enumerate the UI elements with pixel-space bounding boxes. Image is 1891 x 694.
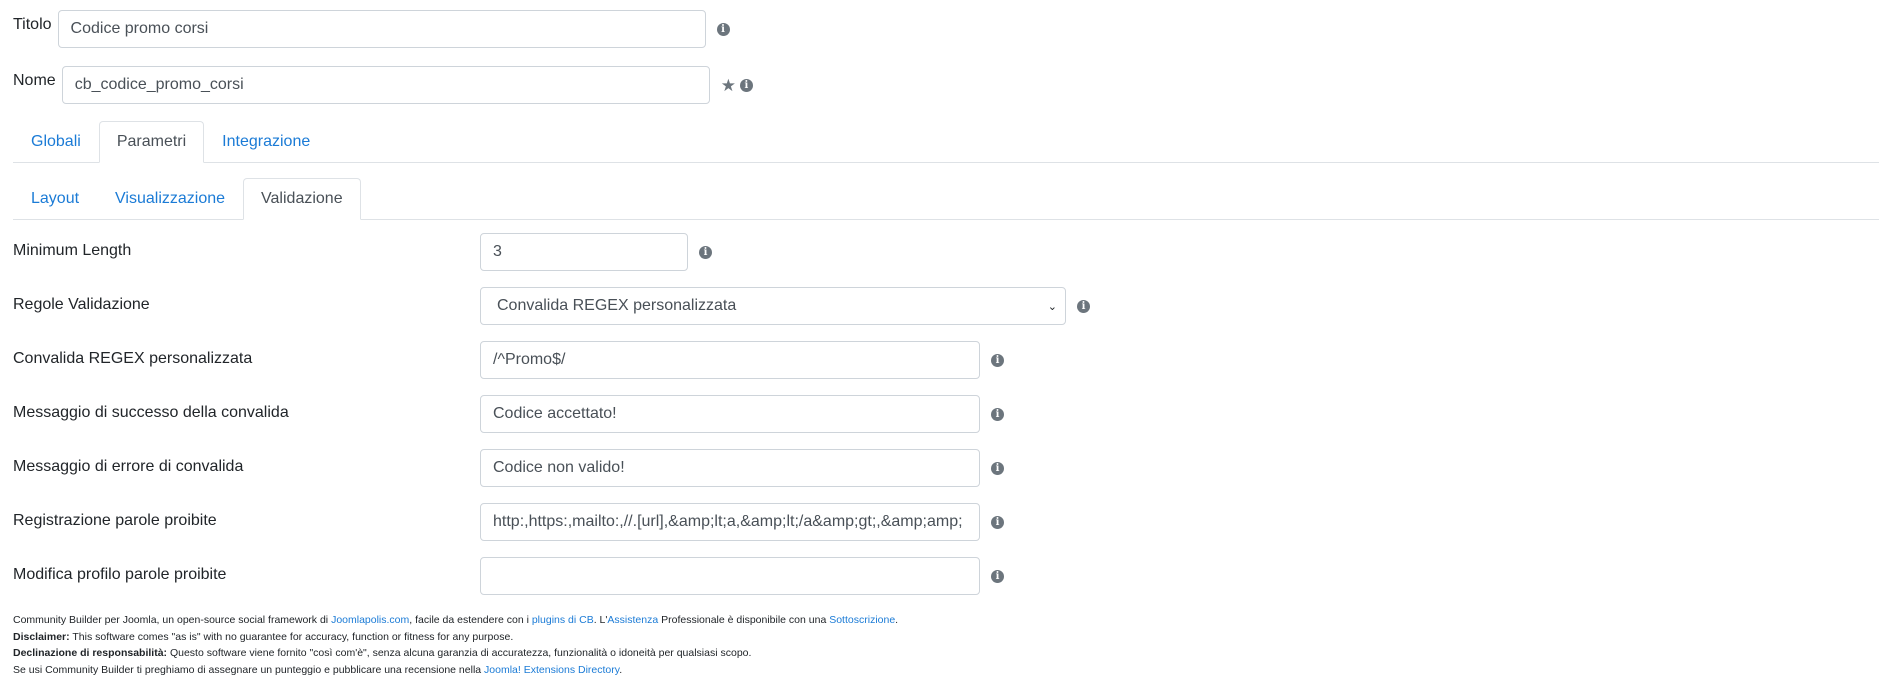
profile-forbidden-input[interactable]: [480, 557, 980, 595]
title-label: Titolo: [13, 16, 52, 33]
min-length-icons: i: [699, 245, 712, 259]
min-length-row: Minimum Length i: [13, 233, 1113, 271]
footer-line-declinazione: Declinazione di responsabilità: Questo s…: [13, 645, 898, 662]
validation-rules-select[interactable]: Convalida REGEX personalizzata ⌄: [480, 287, 1066, 325]
error-message-icons: i: [991, 461, 1004, 475]
min-length-control: i: [480, 233, 712, 271]
error-message-input[interactable]: [480, 449, 980, 487]
footer-line-disclaimer: Disclaimer: This software comes "as is" …: [13, 629, 898, 646]
validation-rules-row: Regole Validazione Convalida REGEX perso…: [13, 287, 1113, 325]
info-icon[interactable]: i: [699, 245, 712, 259]
name-label: Nome: [13, 72, 56, 89]
error-message-control: i: [480, 449, 1004, 487]
disclaimer-text: This software comes "as is" with no guar…: [69, 630, 514, 643]
custom-regex-label: Convalida REGEX personalizzata: [13, 350, 253, 367]
title-row: Titolo i: [13, 10, 730, 48]
tab-globali[interactable]: Globali: [13, 121, 99, 163]
tab-validazione[interactable]: Validazione: [243, 178, 361, 220]
custom-regex-input[interactable]: [480, 341, 980, 379]
footer: Community Builder per Joomla, un open-so…: [13, 612, 898, 678]
success-message-label: Messaggio di successo della convalida: [13, 404, 289, 421]
validation-rules-label: Regole Validazione: [13, 296, 150, 313]
profile-forbidden-label: Modifica profilo parole proibite: [13, 566, 227, 583]
chevron-down-icon: ⌄: [1047, 300, 1057, 313]
custom-regex-control: i: [480, 341, 1004, 379]
info-icon[interactable]: i: [739, 78, 753, 92]
footer-text: .: [619, 663, 623, 676]
success-message-icons: i: [991, 407, 1004, 421]
disclaimer-heading: Disclaimer:: [13, 630, 70, 643]
validation-rules-selected: Convalida REGEX personalizzata: [497, 297, 737, 314]
profile-forbidden-icons: i: [991, 569, 1004, 583]
tab-integrazione[interactable]: Integrazione: [204, 121, 328, 163]
footer-text: Professionale è disponibile con una: [658, 614, 830, 626]
sub-tabs: Layout Visualizzazione Validazione: [13, 177, 1879, 220]
register-forbidden-control: i: [480, 503, 1004, 541]
success-message-row: Messaggio di successo della convalida i: [13, 395, 1113, 433]
validation-rules-control: Convalida REGEX personalizzata ⌄ i: [480, 287, 1090, 325]
register-forbidden-icons: i: [991, 515, 1004, 529]
info-icon[interactable]: i: [716, 22, 730, 36]
footer-text: . L': [593, 614, 608, 626]
declinazione-text: Questo software viene fornito "così com'…: [167, 647, 752, 659]
tab-parametri[interactable]: Parametri: [98, 121, 205, 163]
title-icons: i: [716, 22, 730, 36]
profile-forbidden-control: i: [480, 557, 1004, 595]
info-icon[interactable]: i: [991, 569, 1004, 583]
success-message-input[interactable]: [480, 395, 980, 433]
error-message-row: Messaggio di errore di convalida i: [13, 449, 1113, 487]
success-message-control: i: [480, 395, 1004, 433]
profile-forbidden-row: Modifica profilo parole proibite i: [13, 557, 1113, 595]
tab-layout[interactable]: Layout: [13, 178, 97, 220]
jed-link[interactable]: Joomla! Extensions Directory: [484, 664, 619, 676]
cb-field-editor: Titolo i Nome ★ i Globali Parametri Inte…: [0, 0, 1891, 694]
declinazione-heading: Declinazione di responsabilità:: [13, 647, 168, 659]
register-forbidden-row: Registrazione parole proibite i: [13, 503, 1113, 541]
subscription-link[interactable]: Sottoscrizione: [829, 614, 895, 626]
footer-text: Community Builder per Joomla, un open-so…: [13, 614, 332, 626]
error-message-label: Messaggio di errore di convalida: [13, 458, 244, 475]
footer-line-review: Se usi Community Builder ti preghiamo di…: [13, 662, 898, 679]
validation-rules-icons: i: [1077, 299, 1090, 313]
info-icon[interactable]: i: [991, 515, 1004, 529]
info-icon[interactable]: i: [1077, 299, 1090, 313]
info-icon[interactable]: i: [991, 407, 1004, 421]
title-input[interactable]: [57, 10, 706, 48]
register-forbidden-label: Registrazione parole proibite: [13, 512, 217, 529]
name-icons: ★ i: [720, 75, 753, 95]
min-length-label: Minimum Length: [13, 242, 132, 259]
register-forbidden-input[interactable]: [480, 503, 980, 541]
main-tabs: Globali Parametri Integrazione: [13, 120, 1879, 163]
joomlapolis-link[interactable]: Joomlapolis.com: [331, 614, 409, 626]
custom-regex-row: Convalida REGEX personalizzata i: [13, 341, 1113, 379]
footer-text: , facile da estendere con i: [409, 614, 532, 626]
info-icon[interactable]: i: [991, 353, 1004, 367]
footer-text: Se usi Community Builder ti preghiamo di…: [13, 663, 485, 676]
name-input[interactable]: [61, 66, 710, 104]
support-link[interactable]: Assistenza: [607, 614, 658, 626]
info-icon[interactable]: i: [991, 461, 1004, 475]
custom-regex-icons: i: [991, 353, 1004, 367]
tab-visualizzazione[interactable]: Visualizzazione: [97, 178, 243, 220]
footer-text: .: [895, 614, 899, 626]
cb-plugins-link[interactable]: plugins di CB: [532, 614, 594, 626]
star-icon: ★: [720, 75, 736, 95]
min-length-input[interactable]: [480, 233, 688, 271]
name-row: Nome ★ i: [13, 66, 753, 104]
footer-line-credits: Community Builder per Joomla, un open-so…: [13, 612, 898, 629]
